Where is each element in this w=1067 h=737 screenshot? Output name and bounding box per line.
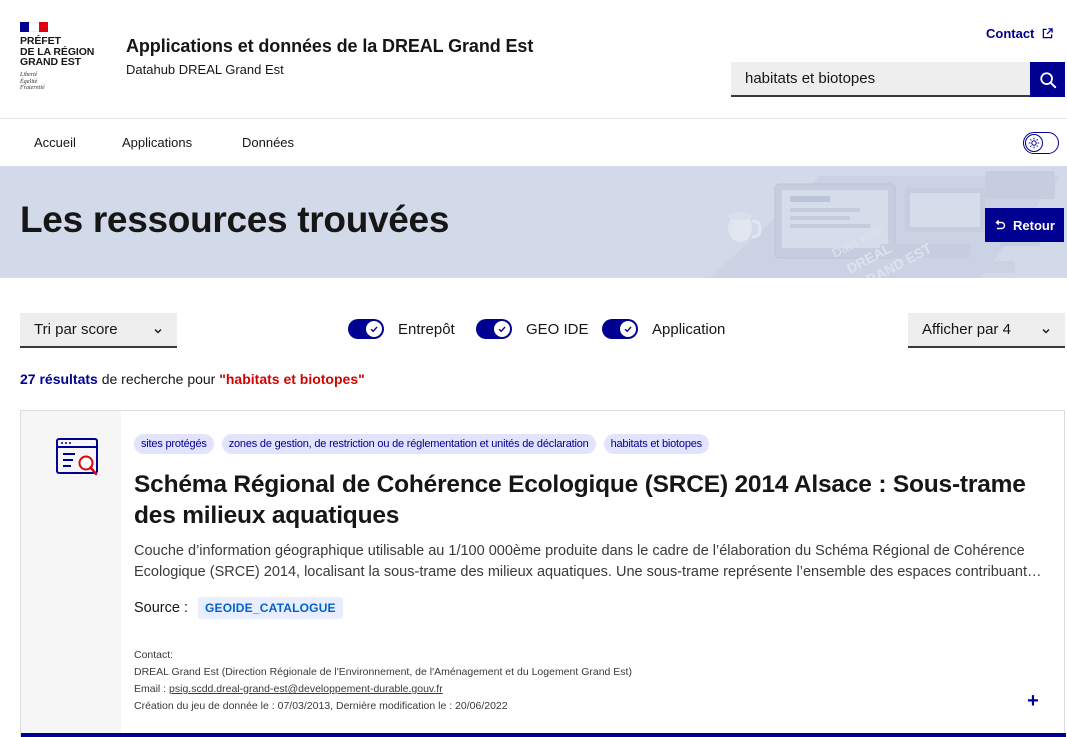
results-number: 27 résultats [20, 371, 98, 387]
external-link-icon [1043, 28, 1054, 39]
check-icon [619, 320, 637, 338]
search-bar [731, 62, 1065, 97]
tag[interactable]: zones de gestion, de restriction ou de r… [221, 434, 596, 454]
entrepot-switch[interactable] [348, 319, 384, 339]
filter-geo-ide[interactable]: GEO IDE [476, 319, 589, 339]
contact-email-line: Email : psig.scdd.dreal-grand-est@develo… [134, 681, 632, 698]
tag[interactable]: sites protégés [134, 434, 214, 454]
theme-toggle[interactable] [1023, 132, 1059, 154]
search-icon [1039, 71, 1056, 88]
geo-ide-label: GEO IDE [526, 320, 589, 338]
result-title[interactable]: Schéma Régional de Cohérence Ecologique … [134, 469, 1054, 531]
back-button[interactable]: Retour [985, 208, 1064, 242]
search-input[interactable] [731, 62, 1030, 97]
site-header: PRÉFET DE LA RÉGION GRAND EST Liberté Ég… [0, 0, 1067, 118]
republic-motto: Liberté Égalité Fraternité [20, 72, 45, 92]
marianne-flag-logo [20, 22, 48, 32]
contact-heading: Contact: [134, 649, 174, 661]
bloc-line-3: GRAND EST [20, 56, 81, 68]
email-label: Email : [134, 683, 170, 695]
theme-toggle-knob [1025, 134, 1043, 152]
contact-label: Contact [986, 26, 1035, 41]
main-nav: Accueil Applications Données [0, 118, 1067, 166]
back-label: Retour [1013, 217, 1055, 233]
card-icon-panel [21, 411, 121, 736]
result-source: Source : GEOIDE_CATALOGUE [134, 597, 343, 619]
bloc-line-1: PRÉFET [20, 35, 61, 47]
dataset-dates: Création du jeu de donnée le : 07/03/201… [134, 700, 508, 712]
sort-select[interactable]: Tri par score [20, 313, 177, 348]
application-label: Application [652, 320, 726, 338]
search-button[interactable] [1030, 62, 1065, 97]
per-page-select-value: Afficher par 4 [922, 321, 1011, 338]
dataset-search-icon [56, 438, 98, 476]
results-text: de recherche pour [97, 371, 220, 387]
tag-list: sites protégés zones de gestion, de rest… [134, 434, 709, 454]
sun-icon [1028, 137, 1040, 149]
check-icon [493, 320, 511, 338]
result-card[interactable]: sites protégés zones de gestion, de rest… [20, 410, 1066, 737]
contact-email-link[interactable]: psig.scdd.dreal-grand-est@developpement-… [169, 683, 443, 695]
results-query: "habitats et biotopes" [219, 371, 365, 387]
results-count: 27 résultats de recherche pour "habitats… [20, 371, 365, 387]
per-page-select[interactable]: Afficher par 4 [908, 313, 1065, 348]
chevron-down-icon [154, 329, 162, 334]
result-metadata: Contact: DREAL Grand Est (Direction Régi… [134, 647, 632, 715]
check-icon [365, 320, 383, 338]
undo-arrow-icon [995, 219, 1006, 230]
contact-organization: DREAL Grand Est (Direction Régionale de … [134, 666, 632, 678]
entrepot-label: Entrepôt [398, 320, 455, 338]
expand-icon[interactable]: + [1024, 691, 1042, 711]
tag[interactable]: habitats et biotopes [603, 434, 709, 454]
chevron-down-icon [1042, 329, 1050, 334]
motto-line-3: Fraternité [20, 85, 45, 91]
geo-ide-switch[interactable] [476, 319, 512, 339]
source-label: Source : [134, 600, 188, 616]
sort-select-value: Tri par score [34, 321, 118, 338]
filter-entrepot[interactable]: Entrepôt [348, 319, 455, 339]
prefet-logo-text[interactable]: PRÉFET DE LA RÉGION GRAND EST [20, 36, 110, 68]
source-badge: GEOIDE_CATALOGUE [198, 597, 343, 619]
page-title: Les ressources trouvées [20, 199, 450, 240]
site-title[interactable]: Applications et données de la DREAL Gran… [126, 36, 533, 57]
result-description: Couche d’information géographique utilis… [134, 543, 1040, 580]
nav-item-donnees[interactable]: Données [242, 135, 294, 150]
site-subtitle: Datahub DREAL Grand Est [126, 62, 284, 77]
contact-link[interactable]: Contact [986, 26, 1054, 41]
nav-item-accueil[interactable]: Accueil [34, 135, 76, 150]
nav-item-applications[interactable]: Applications [122, 135, 192, 150]
card-bottom-border [21, 733, 1066, 737]
filter-application[interactable]: Application [602, 319, 725, 339]
application-switch[interactable] [602, 319, 638, 339]
